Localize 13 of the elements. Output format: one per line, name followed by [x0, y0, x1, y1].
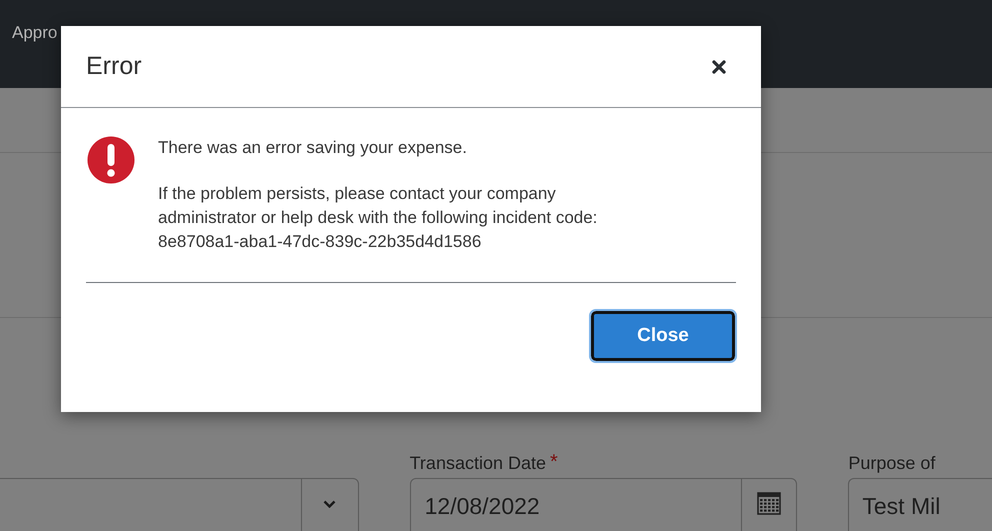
close-button[interactable]: Close	[591, 311, 735, 361]
error-detail: If the problem persists, please contact your company administrator or help desk with the following incident code:	[158, 183, 598, 229]
chevron-down-icon	[323, 500, 336, 508]
incident-code: 8e8708a1-aba1-47dc-839c-22b35d4d1586	[158, 231, 482, 253]
nav-link[interactable]: Appro	[12, 20, 58, 46]
required-mark: *	[550, 452, 558, 472]
field-label: Purpose of	[848, 453, 936, 473]
error-icon	[87, 136, 135, 184]
dialog-title: Error	[86, 50, 142, 82]
select-field[interactable]	[0, 478, 359, 531]
field-label: Transaction Date	[410, 452, 546, 474]
text-field[interactable]: Test Mil	[848, 478, 992, 531]
error-message: There was an error saving your expense.	[158, 137, 468, 159]
